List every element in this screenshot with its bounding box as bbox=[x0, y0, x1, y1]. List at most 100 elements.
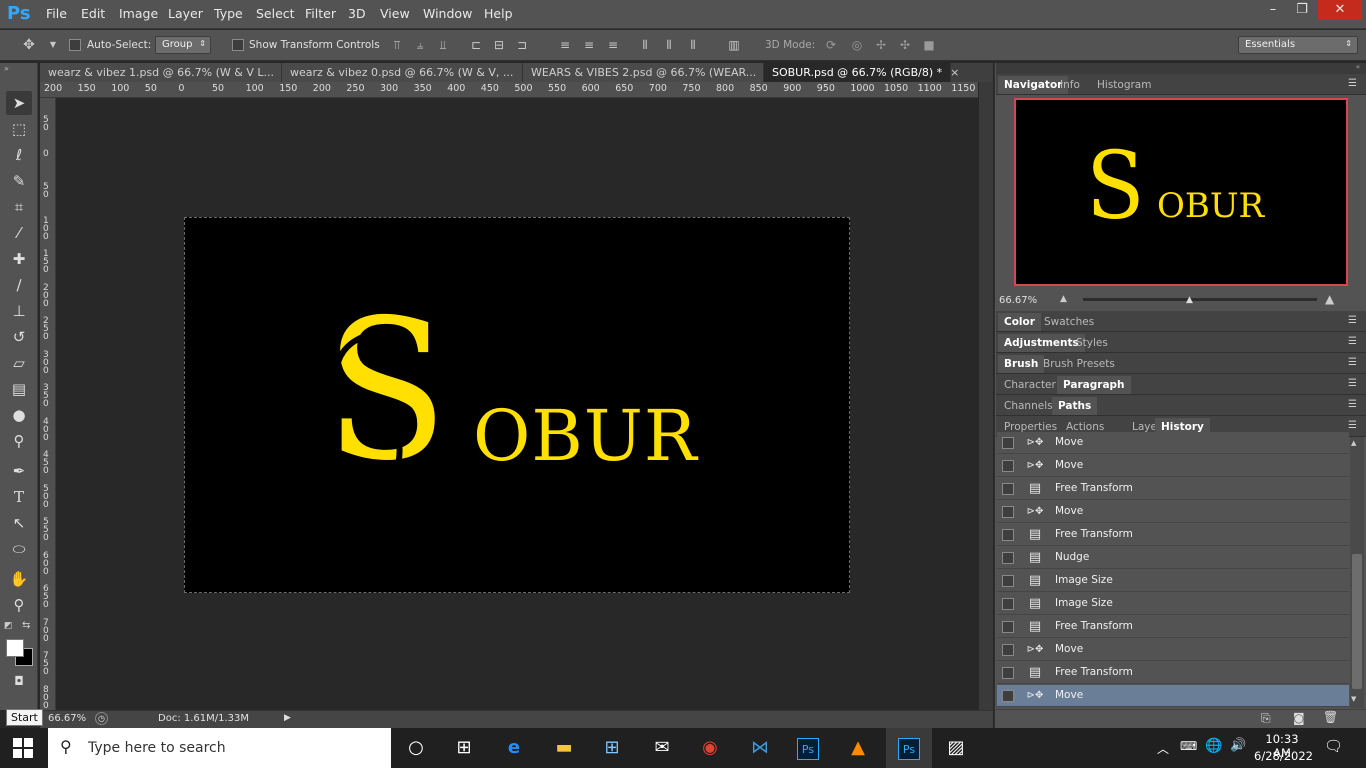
zoom-level[interactable]: 66.67% bbox=[48, 713, 86, 724]
history-state-row[interactable]: ▤ Nudge bbox=[997, 547, 1349, 569]
menu-file[interactable]: File bbox=[46, 6, 67, 21]
tab-channels[interactable]: Channels bbox=[998, 397, 1059, 415]
3d-slide-icon[interactable]: ✣ bbox=[898, 38, 912, 52]
auto-select-checkbox[interactable] bbox=[69, 39, 81, 51]
navigator-preview[interactable]: S OBUR bbox=[1014, 98, 1348, 286]
crop-tool-icon[interactable]: ⌗ bbox=[6, 195, 32, 219]
move-tool-icon[interactable]: ✥ bbox=[22, 38, 36, 52]
chrome-icon[interactable]: ◉ bbox=[692, 733, 728, 763]
menu-view[interactable]: View bbox=[380, 6, 410, 21]
pen-tool-icon[interactable]: ✒ bbox=[6, 459, 32, 483]
panel-menu-icon[interactable]: ☰ bbox=[1348, 420, 1357, 431]
history-source-checkbox[interactable] bbox=[1002, 667, 1014, 679]
vlc-icon[interactable]: ▲ bbox=[840, 733, 876, 763]
3d-pan-icon[interactable]: ✢ bbox=[874, 38, 888, 52]
move-tool-icon[interactable]: ➤ bbox=[6, 91, 32, 115]
history-state-row[interactable]: ▤ Free Transform bbox=[997, 662, 1349, 684]
status-info-icon[interactable]: ◷ bbox=[95, 712, 108, 725]
show-transform-checkbox[interactable] bbox=[232, 39, 244, 51]
quick-mask-icon[interactable]: ◘ bbox=[6, 669, 32, 693]
history-state-row[interactable]: ⊳✥ Move bbox=[997, 432, 1349, 454]
windows-start-icon[interactable] bbox=[13, 738, 33, 761]
scroll-down-icon[interactable]: ▼ bbox=[1351, 695, 1356, 703]
vertical-ruler[interactable]: 5 0 0 5 0 1 0 0 1 5 0 2 0 0 2 5 0 3 0 0 3 5 0 4 0… bbox=[40, 98, 56, 710]
dodge-tool-icon[interactable]: ⚲ bbox=[6, 429, 32, 453]
slider-thumb-icon[interactable]: ▲ bbox=[1186, 295, 1193, 305]
type-tool-icon[interactable]: T bbox=[6, 485, 32, 509]
menu-image[interactable]: Image bbox=[119, 6, 158, 21]
workspace-dropdown[interactable]: Essentials ⇕ bbox=[1238, 36, 1358, 54]
hand-tool-icon[interactable]: ✋ bbox=[6, 567, 32, 591]
panel-menu-icon[interactable]: ☰ bbox=[1348, 78, 1357, 89]
navigator-zoom[interactable]: 66.67% bbox=[999, 295, 1037, 306]
tab-sobur[interactable]: SOBUR.psd @ 66.7% (RGB/8) * × bbox=[764, 63, 959, 82]
vscode-icon[interactable]: ⋈ bbox=[742, 733, 778, 763]
tab-wearz-vibez-0[interactable]: wearz & vibez 0.psd @ 66.7% (W & V, ...× bbox=[282, 63, 531, 82]
history-source-checkbox[interactable] bbox=[1002, 644, 1014, 656]
menu-window[interactable]: Window bbox=[423, 6, 472, 21]
notification-icon[interactable]: 🗨 bbox=[1324, 737, 1343, 755]
menu-3d[interactable]: 3D bbox=[348, 6, 366, 21]
history-state-row[interactable]: ▤ Free Transform bbox=[997, 478, 1349, 500]
store-icon[interactable]: ⊞ bbox=[594, 733, 630, 763]
align-right-icon[interactable]: ⊐ bbox=[515, 38, 529, 52]
photos-icon[interactable]: ▨ bbox=[938, 733, 974, 763]
history-state-row[interactable]: ▤ Free Transform bbox=[997, 524, 1349, 546]
3d-orbit-icon[interactable]: ⟳ bbox=[824, 38, 838, 52]
history-scrollbar[interactable]: ▲ ▼ bbox=[1350, 437, 1364, 708]
marquee-tool-icon[interactable]: ⬚ bbox=[6, 117, 32, 141]
trash-icon[interactable]: 🗑 bbox=[1323, 710, 1338, 724]
distribute-vcenter-icon[interactable]: ≡ bbox=[582, 38, 596, 52]
blur-tool-icon[interactable]: ● bbox=[6, 403, 32, 427]
history-state-row[interactable]: ▤ Free Transform bbox=[997, 616, 1349, 638]
menu-layer[interactable]: Layer bbox=[168, 6, 203, 21]
tab-styles[interactable]: Styles bbox=[1070, 334, 1114, 352]
default-colors-icon[interactable]: ◩ bbox=[4, 621, 13, 631]
history-source-checkbox[interactable] bbox=[1002, 506, 1014, 518]
menu-edit[interactable]: Edit bbox=[81, 6, 105, 21]
task-view-icon[interactable]: ⊞ bbox=[446, 733, 482, 763]
ellipse-tool-icon[interactable]: ⬭ bbox=[6, 537, 32, 561]
3d-scale-icon[interactable]: ■ bbox=[922, 38, 936, 52]
swap-colors-icon[interactable]: ⇆ bbox=[22, 620, 30, 631]
history-source-checkbox[interactable] bbox=[1002, 529, 1014, 541]
photoshop-taskbar-icon[interactable]: Ps bbox=[790, 733, 826, 763]
globe-icon[interactable]: 🌐 bbox=[1205, 738, 1222, 754]
zoom-out-icon[interactable]: ▲ bbox=[1060, 294, 1067, 304]
tab-brush-presets[interactable]: Brush Presets bbox=[1037, 355, 1121, 373]
history-brush-tool-icon[interactable]: ↺ bbox=[6, 325, 32, 349]
menu-select[interactable]: Select bbox=[256, 6, 295, 21]
minimize-button[interactable]: – bbox=[1259, 0, 1287, 20]
align-top-icon[interactable]: ⫪ bbox=[390, 38, 404, 52]
history-source-checkbox[interactable] bbox=[1002, 690, 1014, 702]
chevron-down-icon[interactable]: ▼ bbox=[46, 38, 60, 52]
tab-paragraph[interactable]: Paragraph bbox=[1057, 376, 1131, 394]
history-state-row[interactable]: ▤ Image Size bbox=[997, 593, 1349, 615]
lasso-tool-icon[interactable]: ℓ bbox=[6, 143, 32, 167]
scroll-up-icon[interactable]: ▲ bbox=[1351, 439, 1356, 447]
tab-info[interactable]: Info bbox=[1054, 76, 1086, 94]
close-icon[interactable]: × bbox=[950, 66, 959, 79]
history-state-row[interactable]: ⊳✥ Move bbox=[997, 639, 1349, 661]
brush-tool-icon[interactable]: ∕ bbox=[6, 273, 32, 297]
tab-swatches[interactable]: Swatches bbox=[1038, 313, 1100, 331]
healing-brush-tool-icon[interactable]: ✚ bbox=[6, 247, 32, 271]
dock-collapse-icon[interactable]: « bbox=[996, 63, 1366, 74]
document-canvas[interactable]: S OBUR bbox=[184, 217, 850, 593]
distribute-bottom-icon[interactable]: ≡ bbox=[606, 38, 620, 52]
edge-icon[interactable]: e bbox=[496, 733, 532, 763]
tab-character[interactable]: Character bbox=[998, 376, 1062, 394]
clock-date[interactable]: 6/28/2022 bbox=[1254, 749, 1313, 763]
eyedropper-tool-icon[interactable]: ⁄ bbox=[6, 221, 32, 245]
canvas-scrollbar[interactable] bbox=[979, 82, 993, 710]
scroll-thumb[interactable] bbox=[1352, 554, 1362, 689]
tray-chevron-up-icon[interactable]: ︿ bbox=[1157, 740, 1169, 757]
file-explorer-icon[interactable]: ▬ bbox=[546, 733, 582, 763]
volume-icon[interactable]: 🔊 bbox=[1230, 738, 1246, 753]
task-view-circle-icon[interactable]: ○ bbox=[398, 733, 434, 763]
taskbar-search[interactable]: ⚲ Type here to search bbox=[48, 728, 391, 768]
mail-icon[interactable]: ✉ bbox=[644, 733, 680, 763]
history-source-checkbox[interactable] bbox=[1002, 483, 1014, 495]
align-vcenter-icon[interactable]: ⫨ bbox=[413, 38, 427, 52]
navigator-zoom-slider[interactable] bbox=[1083, 298, 1317, 301]
